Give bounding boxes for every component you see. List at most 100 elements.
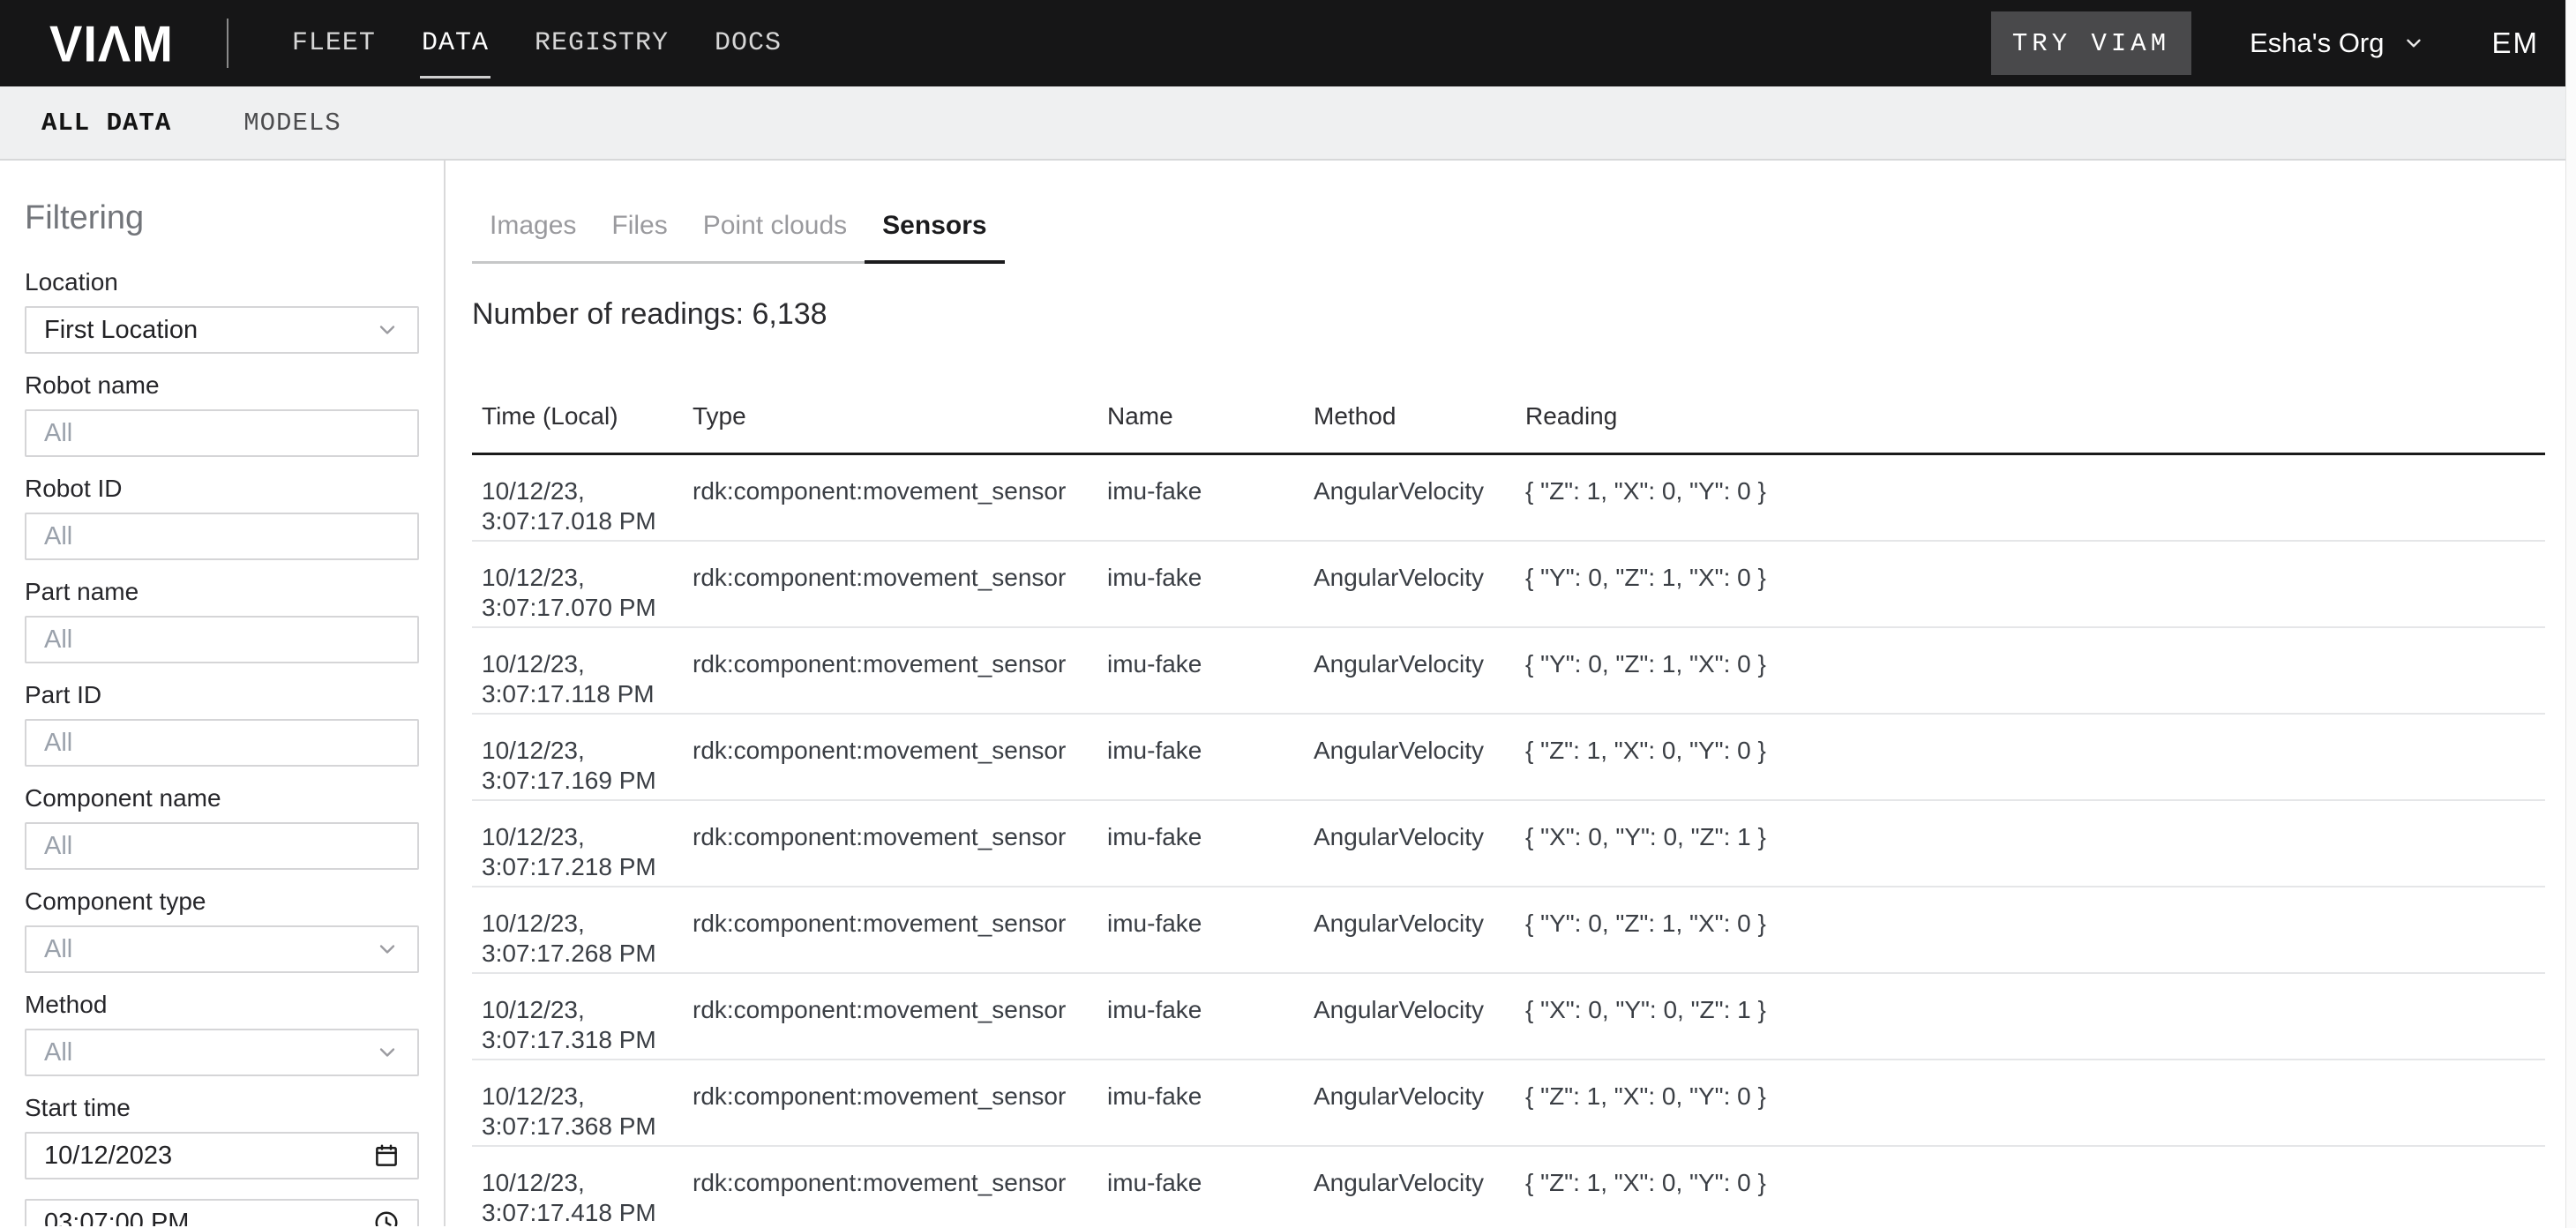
subnav-item-models[interactable]: MODELS	[243, 109, 341, 138]
tab-files[interactable]: Files	[594, 211, 685, 261]
cell-reading: { "X": 0, "Y": 0, "Z": 1 }	[1525, 995, 2545, 1059]
nav-item-docs[interactable]: DOCS	[715, 19, 782, 67]
robot-name-label: Robot name	[25, 373, 419, 398]
cell-type: rdk:component:movement_sensor	[693, 649, 1107, 713]
calendar-icon[interactable]	[373, 1142, 400, 1169]
field-component-type: Component type All	[25, 889, 419, 973]
table-row[interactable]: 10/12/23,3:07:17.118 PM rdk:component:mo…	[472, 628, 2545, 715]
col-header-reading: Reading	[1525, 402, 2545, 431]
location-select[interactable]: First Location	[25, 306, 419, 354]
vertical-scrollbar[interactable]	[2565, 0, 2576, 1228]
table-row[interactable]: 10/12/23,3:07:17.268 PM rdk:component:mo…	[472, 887, 2545, 974]
cell-time: 10/12/23,3:07:17.368 PM	[472, 1082, 693, 1145]
cell-method: AngularVelocity	[1314, 476, 1525, 540]
cell-time: 10/12/23,3:07:17.318 PM	[472, 995, 693, 1059]
cell-name: imu-fake	[1107, 736, 1314, 799]
cell-time: 10/12/23,3:07:17.118 PM	[472, 649, 693, 713]
readings-summary: Number of readings: 6,138	[472, 297, 2576, 332]
part-name-input[interactable]	[25, 616, 419, 663]
robot-id-label: Robot ID	[25, 476, 419, 501]
table-header-row: Time (Local) Type Name Method Reading	[472, 402, 2545, 455]
user-avatar-initials[interactable]: EM	[2492, 26, 2540, 60]
table-row[interactable]: 10/12/23,3:07:17.018 PM rdk:component:mo…	[472, 455, 2545, 542]
cell-time: 10/12/23,3:07:17.018 PM	[472, 476, 693, 540]
cell-method: AngularVelocity	[1314, 649, 1525, 713]
method-select[interactable]: All	[25, 1029, 419, 1076]
nav-item-data[interactable]: DATA	[422, 19, 489, 67]
part-id-label: Part ID	[25, 683, 419, 708]
chevron-down-icon	[375, 318, 400, 342]
nav-right-group: TRY VIAM Esha's Org EM	[1991, 11, 2539, 75]
field-part-name: Part name	[25, 580, 419, 663]
filtering-sidebar: Filtering Location First Location Robot …	[0, 161, 446, 1226]
field-method: Method All	[25, 992, 419, 1076]
cell-name: imu-fake	[1107, 563, 1314, 626]
component-name-input[interactable]	[25, 822, 419, 870]
table-row[interactable]: 10/12/23,3:07:17.169 PM rdk:component:mo…	[472, 715, 2545, 801]
cell-reading: { "X": 0, "Y": 0, "Z": 1 }	[1525, 822, 2545, 886]
cell-method: AngularVelocity	[1314, 1168, 1525, 1226]
method-label: Method	[25, 992, 419, 1017]
col-header-type: Type	[693, 402, 1107, 431]
cell-time: 10/12/23,3:07:17.268 PM	[472, 909, 693, 972]
start-clock-input[interactable]: 03:07:00 PM	[25, 1199, 419, 1226]
location-label: Location	[25, 270, 419, 295]
cell-method: AngularVelocity	[1314, 736, 1525, 799]
clock-icon[interactable]	[373, 1209, 400, 1226]
part-name-label: Part name	[25, 580, 419, 604]
sensor-readings-table: Time (Local) Type Name Method Reading 10…	[472, 402, 2545, 1226]
col-header-time: Time (Local)	[472, 402, 693, 431]
filtering-title: Filtering	[25, 201, 419, 235]
start-date-input[interactable]: 10/12/2023	[25, 1132, 419, 1179]
primary-nav-links: FLEET DATA REGISTRY DOCS	[292, 19, 782, 67]
table-row[interactable]: 10/12/23,3:07:17.318 PM rdk:component:mo…	[472, 974, 2545, 1060]
part-id-input[interactable]	[25, 719, 419, 767]
cell-reading: { "Z": 1, "X": 0, "Y": 0 }	[1525, 736, 2545, 799]
col-header-method: Method	[1314, 402, 1525, 431]
tab-point-clouds[interactable]: Point clouds	[685, 211, 865, 261]
nav-item-registry[interactable]: REGISTRY	[535, 19, 669, 67]
sub-nav: ALL DATA MODELS	[0, 86, 2576, 161]
robot-name-input[interactable]	[25, 409, 419, 457]
top-nav: VIΛM FLEET DATA REGISTRY DOCS TRY VIAM E…	[0, 0, 2576, 86]
field-robot-id: Robot ID	[25, 476, 419, 560]
table-row[interactable]: 10/12/23,3:07:17.368 PM rdk:component:mo…	[472, 1060, 2545, 1147]
cell-method: AngularVelocity	[1314, 563, 1525, 626]
readings-label: Number of readings:	[472, 297, 744, 331]
cell-reading: { "Z": 1, "X": 0, "Y": 0 }	[1525, 1082, 2545, 1145]
start-date-value: 10/12/2023	[44, 1142, 172, 1171]
table-row[interactable]: 10/12/23,3:07:17.218 PM rdk:component:mo…	[472, 801, 2545, 887]
component-name-label: Component name	[25, 786, 419, 811]
cell-name: imu-fake	[1107, 822, 1314, 886]
component-type-label: Component type	[25, 889, 419, 914]
cell-method: AngularVelocity	[1314, 909, 1525, 972]
tab-images[interactable]: Images	[472, 211, 594, 261]
cell-type: rdk:component:movement_sensor	[693, 909, 1107, 972]
chevron-down-icon	[375, 937, 400, 962]
cell-type: rdk:component:movement_sensor	[693, 736, 1107, 799]
try-viam-button[interactable]: TRY VIAM	[1991, 11, 2191, 75]
data-type-tabs: Images Files Point clouds Sensors	[472, 211, 1005, 264]
tab-sensors[interactable]: Sensors	[865, 211, 1004, 264]
robot-id-input[interactable]	[25, 513, 419, 560]
cell-name: imu-fake	[1107, 1168, 1314, 1226]
component-type-select[interactable]: All	[25, 925, 419, 973]
table-row[interactable]: 10/12/23,3:07:17.418 PM rdk:component:mo…	[472, 1147, 2545, 1226]
cell-reading: { "Z": 1, "X": 0, "Y": 0 }	[1525, 1168, 2545, 1226]
cell-name: imu-fake	[1107, 649, 1314, 713]
subnav-item-all-data[interactable]: ALL DATA	[41, 109, 171, 138]
cell-type: rdk:component:movement_sensor	[693, 1168, 1107, 1226]
viam-logo[interactable]: VIΛM	[49, 14, 174, 72]
main-panel: Images Files Point clouds Sensors Number…	[446, 161, 2576, 1226]
cell-type: rdk:component:movement_sensor	[693, 822, 1107, 886]
cell-type: rdk:component:movement_sensor	[693, 563, 1107, 626]
nav-item-fleet[interactable]: FLEET	[292, 19, 376, 67]
start-time-label: Start time	[25, 1096, 419, 1120]
table-row[interactable]: 10/12/23,3:07:17.070 PM rdk:component:mo…	[472, 542, 2545, 628]
org-switcher[interactable]: Esha's Org	[2250, 27, 2424, 59]
cell-reading: { "Z": 1, "X": 0, "Y": 0 }	[1525, 476, 2545, 540]
cell-name: imu-fake	[1107, 1082, 1314, 1145]
start-clock-value: 03:07:00 PM	[44, 1209, 189, 1227]
location-select-value: First Location	[44, 316, 198, 345]
cell-method: AngularVelocity	[1314, 1082, 1525, 1145]
